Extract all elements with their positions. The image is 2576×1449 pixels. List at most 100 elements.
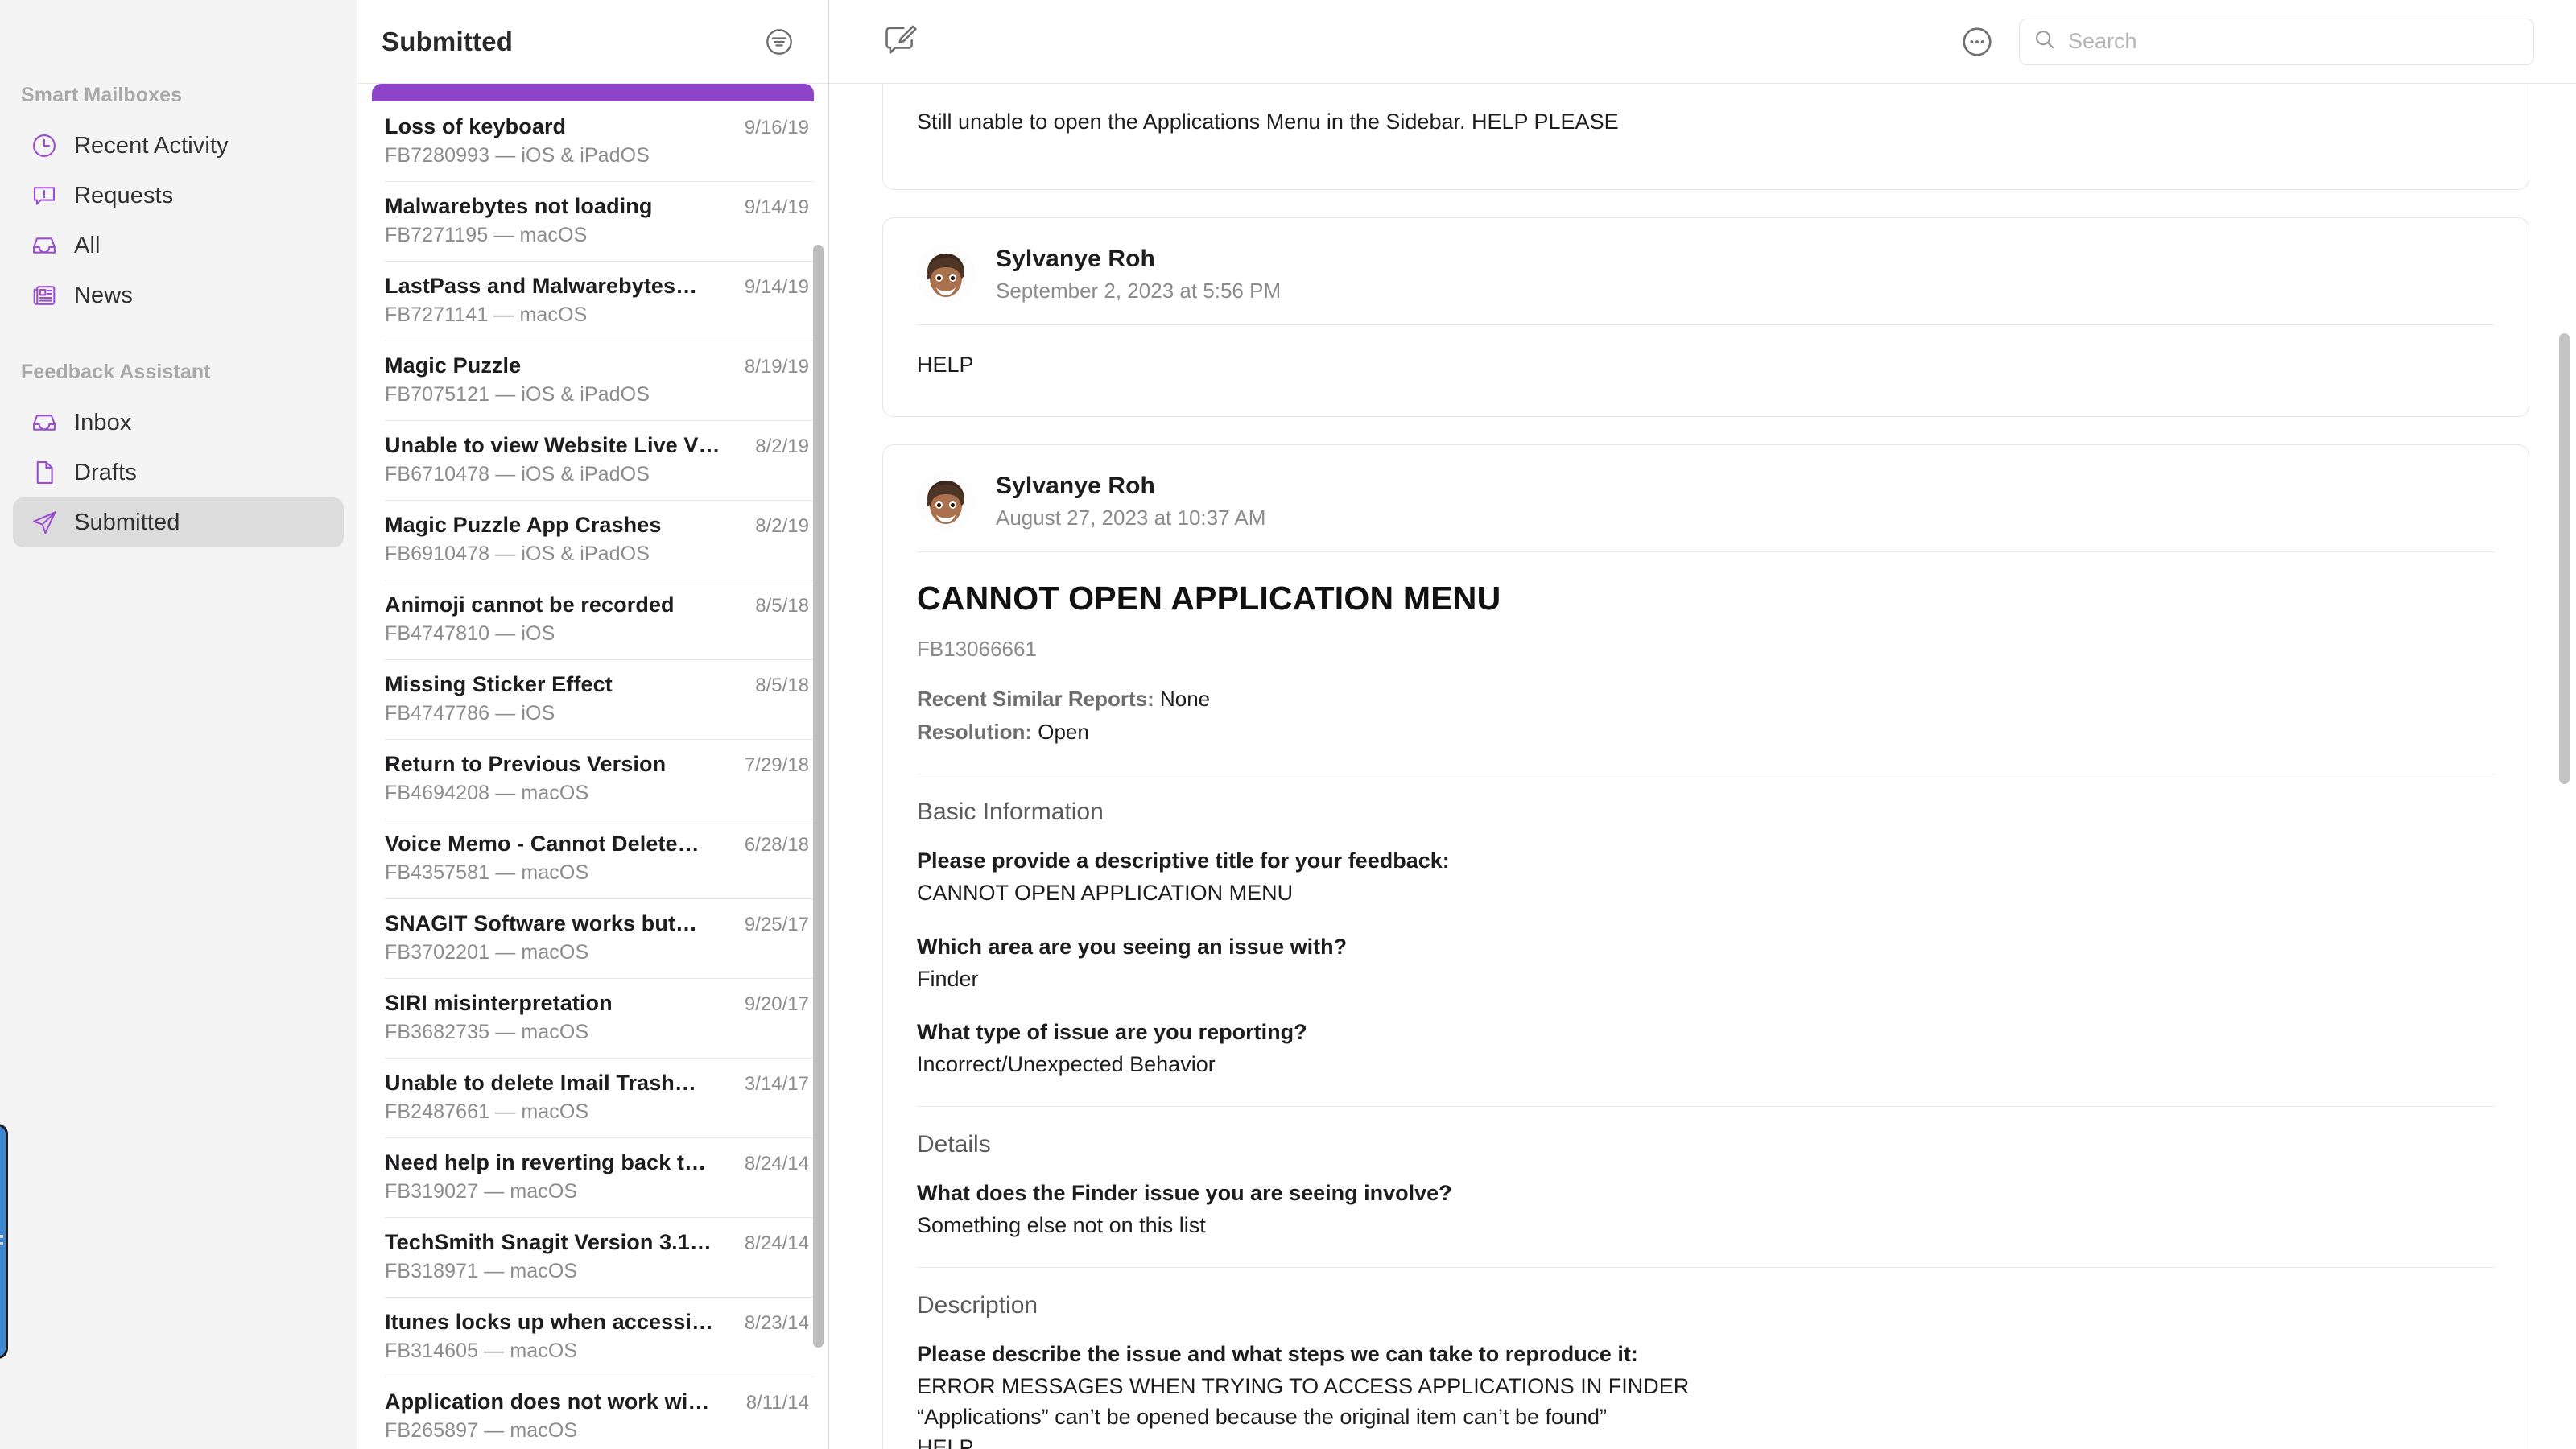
answer-value: Something else not on this list: [917, 1213, 1206, 1238]
reply-message-body: HELP: [917, 353, 974, 378]
detail-toolbar: Search: [829, 0, 2576, 84]
description-line-1: ERROR MESSAGES WHEN TRYING TO ACCESS APP…: [917, 1374, 1690, 1399]
list-item-title: Malwarebytes not loading: [385, 194, 653, 218]
list-item-subtitle: FB7271195 — macOS: [385, 224, 588, 246]
list-item-subtitle: FB314605 — macOS: [385, 1340, 578, 1362]
list-item-subtitle: FB6910478 — iOS & iPadOS: [385, 543, 650, 565]
sidebar-item-label: Recent Activity: [74, 132, 229, 159]
list-item-title: Unable to delete Imail Trash…: [385, 1071, 697, 1095]
list-item-subtitle: FB3682735 — macOS: [385, 1021, 589, 1043]
list-item[interactable]: Animoji cannot be recorded 8/5/18 FB474781…: [357, 580, 828, 659]
partial-message-body: Still unable to open the Applications Me…: [917, 109, 1619, 134]
list-item-title: Need help in reverting back t…: [385, 1150, 707, 1174]
selected-item-partial[interactable]: [372, 84, 814, 101]
list-item-date: 9/14/19: [744, 276, 809, 298]
sidebar-item-recent-activity[interactable]: Recent Activity: [13, 121, 344, 171]
report-author: Sylvanye Roh: [996, 473, 1155, 500]
list-item-subtitle: FB4747810 — iOS: [385, 622, 555, 645]
filter-sort-icon[interactable]: [761, 23, 798, 60]
list-item[interactable]: Application does not work wi… 8/11/14 FB26…: [357, 1377, 828, 1449]
list-item-date: 9/20/17: [744, 993, 809, 1015]
more-options-icon[interactable]: [1956, 21, 1998, 63]
list-item-title: Application does not work wi…: [385, 1389, 710, 1414]
list-item-title: Voice Memo - Cannot Delete…: [385, 832, 700, 856]
detail-scroll-area[interactable]: Still unable to open the Applications Me…: [829, 84, 2576, 1449]
sidebar-item-label: Inbox: [74, 409, 132, 436]
list-item-date: 8/24/14: [744, 1232, 809, 1254]
sidebar-item-label: Submitted: [74, 509, 180, 535]
list-item-title: Return to Previous Version: [385, 752, 667, 776]
list-item-subtitle: FB6710478 — iOS & iPadOS: [385, 463, 650, 485]
message-list-header: Submitted: [357, 0, 828, 84]
sidebar-item-label: All: [74, 232, 101, 258]
list-item-date: 8/5/18: [755, 595, 809, 617]
question-label: Please provide a descriptive title for y…: [917, 848, 1450, 873]
description-line-2: “Applications” can’t be opened because t…: [917, 1404, 1608, 1429]
compose-feedback-icon[interactable]: [882, 22, 918, 61]
search-placeholder-text: Search: [2068, 29, 2137, 53]
list-item[interactable]: Voice Memo - Cannot Delete… 6/28/18 FB4357…: [357, 819, 828, 898]
dock-grip-icon: [0, 1235, 3, 1238]
list-item[interactable]: SIRI misinterpretation 9/20/17 FB3682735 —…: [357, 978, 828, 1058]
sidebar-group-title: Smart Mailboxes: [21, 84, 183, 106]
sidebar-item-news[interactable]: News: [13, 270, 344, 320]
resolution-label: Resolution:: [917, 719, 1032, 744]
list-item[interactable]: Magic Puzzle 8/19/19 FB7075121 — iOS & iPa…: [357, 341, 828, 420]
list-item[interactable]: Missing Sticker Effect 8/5/18 FB4747786 — …: [357, 659, 828, 739]
list-item-title: Loss of keyboard: [385, 114, 567, 138]
sidebar-item-inbox[interactable]: Inbox: [13, 398, 344, 448]
sidebar-item-requests[interactable]: Requests: [13, 171, 344, 221]
divider: [917, 1267, 2495, 1269]
list-item-date: 8/24/14: [744, 1153, 809, 1174]
list-item-subtitle: FB4357581 — macOS: [385, 861, 589, 884]
question-label: What type of issue are you reporting?: [917, 1020, 1307, 1045]
list-item[interactable]: Unable to delete Imail Trash… 3/14/17 FB24…: [357, 1058, 828, 1137]
sidebar-group: Feedback Assistant Inbox Drafts Submitted: [0, 361, 357, 547]
detail-scrollbar[interactable]: [2559, 333, 2570, 784]
list-item-title: SNAGIT Software works but…: [385, 911, 698, 935]
newspaper-icon: [29, 280, 60, 311]
list-item[interactable]: Return to Previous Version 7/29/18 FB46942…: [357, 739, 828, 819]
message-list-title: Submitted: [382, 26, 514, 56]
similar-reports-value: None: [1159, 687, 1211, 712]
message-timestamp: September 2, 2023 at 5:56 PM: [996, 279, 1282, 303]
sidebar-item-all[interactable]: All: [13, 221, 344, 270]
description-question: Please describe the issue and what steps…: [917, 1342, 1638, 1367]
tray-icon: [29, 230, 60, 261]
tray-icon: [29, 407, 60, 438]
sidebar-item-drafts[interactable]: Drafts: [13, 448, 344, 497]
list-item-date: 8/23/14: [744, 1312, 809, 1334]
sidebar-group-title: Feedback Assistant: [21, 361, 211, 383]
list-item[interactable]: Itunes locks up when accessi… 8/23/14 FB31…: [357, 1297, 828, 1377]
detail-pane: Search Still unable to open the Applicat…: [829, 0, 2576, 1449]
sidebar-item-submitted[interactable]: Submitted: [13, 497, 344, 547]
report-header: Sylvanye Roh August 27, 2023 at 10:37 AM: [883, 445, 2529, 551]
list-item[interactable]: Unable to view Website Live V… 8/2/19 FB67…: [357, 420, 828, 500]
list-item-title: Magic Puzzle: [385, 353, 522, 378]
message-card-partial: Still unable to open the Applications Me…: [882, 84, 2529, 191]
list-item[interactable]: SNAGIT Software works but… 9/25/17 FB37022…: [357, 898, 828, 978]
sidebar: Smart Mailboxes Recent Activity Requests Al…: [0, 0, 357, 1449]
avatar: [917, 246, 975, 304]
message-list-scrollbar[interactable]: [813, 245, 824, 1348]
list-item[interactable]: Malwarebytes not loading 9/14/19 FB7271195…: [357, 181, 828, 261]
message-list-scroll-area[interactable]: Loss of keyboard 9/16/19 FB7280993 — iOS &…: [357, 84, 828, 1449]
list-item[interactable]: Need help in reverting back t… 8/24/14 FB3…: [357, 1137, 828, 1217]
sidebar-item-label: News: [74, 282, 133, 308]
message-list-column: Submitted Loss of keyboard 9/16/19 FB72809…: [357, 0, 829, 1449]
list-item-date: 8/2/19: [755, 515, 809, 537]
list-item-date: 6/28/18: [744, 834, 809, 856]
dock-edge-panel[interactable]: [0, 1124, 8, 1359]
list-item-subtitle: FB4747786 — iOS: [385, 702, 555, 724]
list-item[interactable]: TechSmith Snagit Version 3.1… 8/24/14 FB31…: [357, 1217, 828, 1297]
message-card-reply: Sylvanye Roh September 2, 2023 at 5:56 P…: [882, 217, 2529, 418]
list-item[interactable]: Magic Puzzle App Crashes 8/2/19 FB6910478 …: [357, 500, 828, 580]
search-input[interactable]: Search: [2019, 18, 2534, 65]
list-item[interactable]: Loss of keyboard 9/16/19 FB7280993 — iOS &…: [357, 101, 828, 181]
list-item-subtitle: FB7271141 — macOS: [385, 303, 588, 326]
list-item-date: 8/11/14: [745, 1392, 809, 1414]
list-item[interactable]: LastPass and Malwarebytes… 9/14/19 FB72711…: [357, 261, 828, 341]
question-label: What does the Finder issue you are seein…: [917, 1181, 1452, 1206]
answer-value: CANNOT OPEN APPLICATION MENU: [917, 880, 1294, 905]
list-item-subtitle: FB3702201 — macOS: [385, 941, 589, 964]
